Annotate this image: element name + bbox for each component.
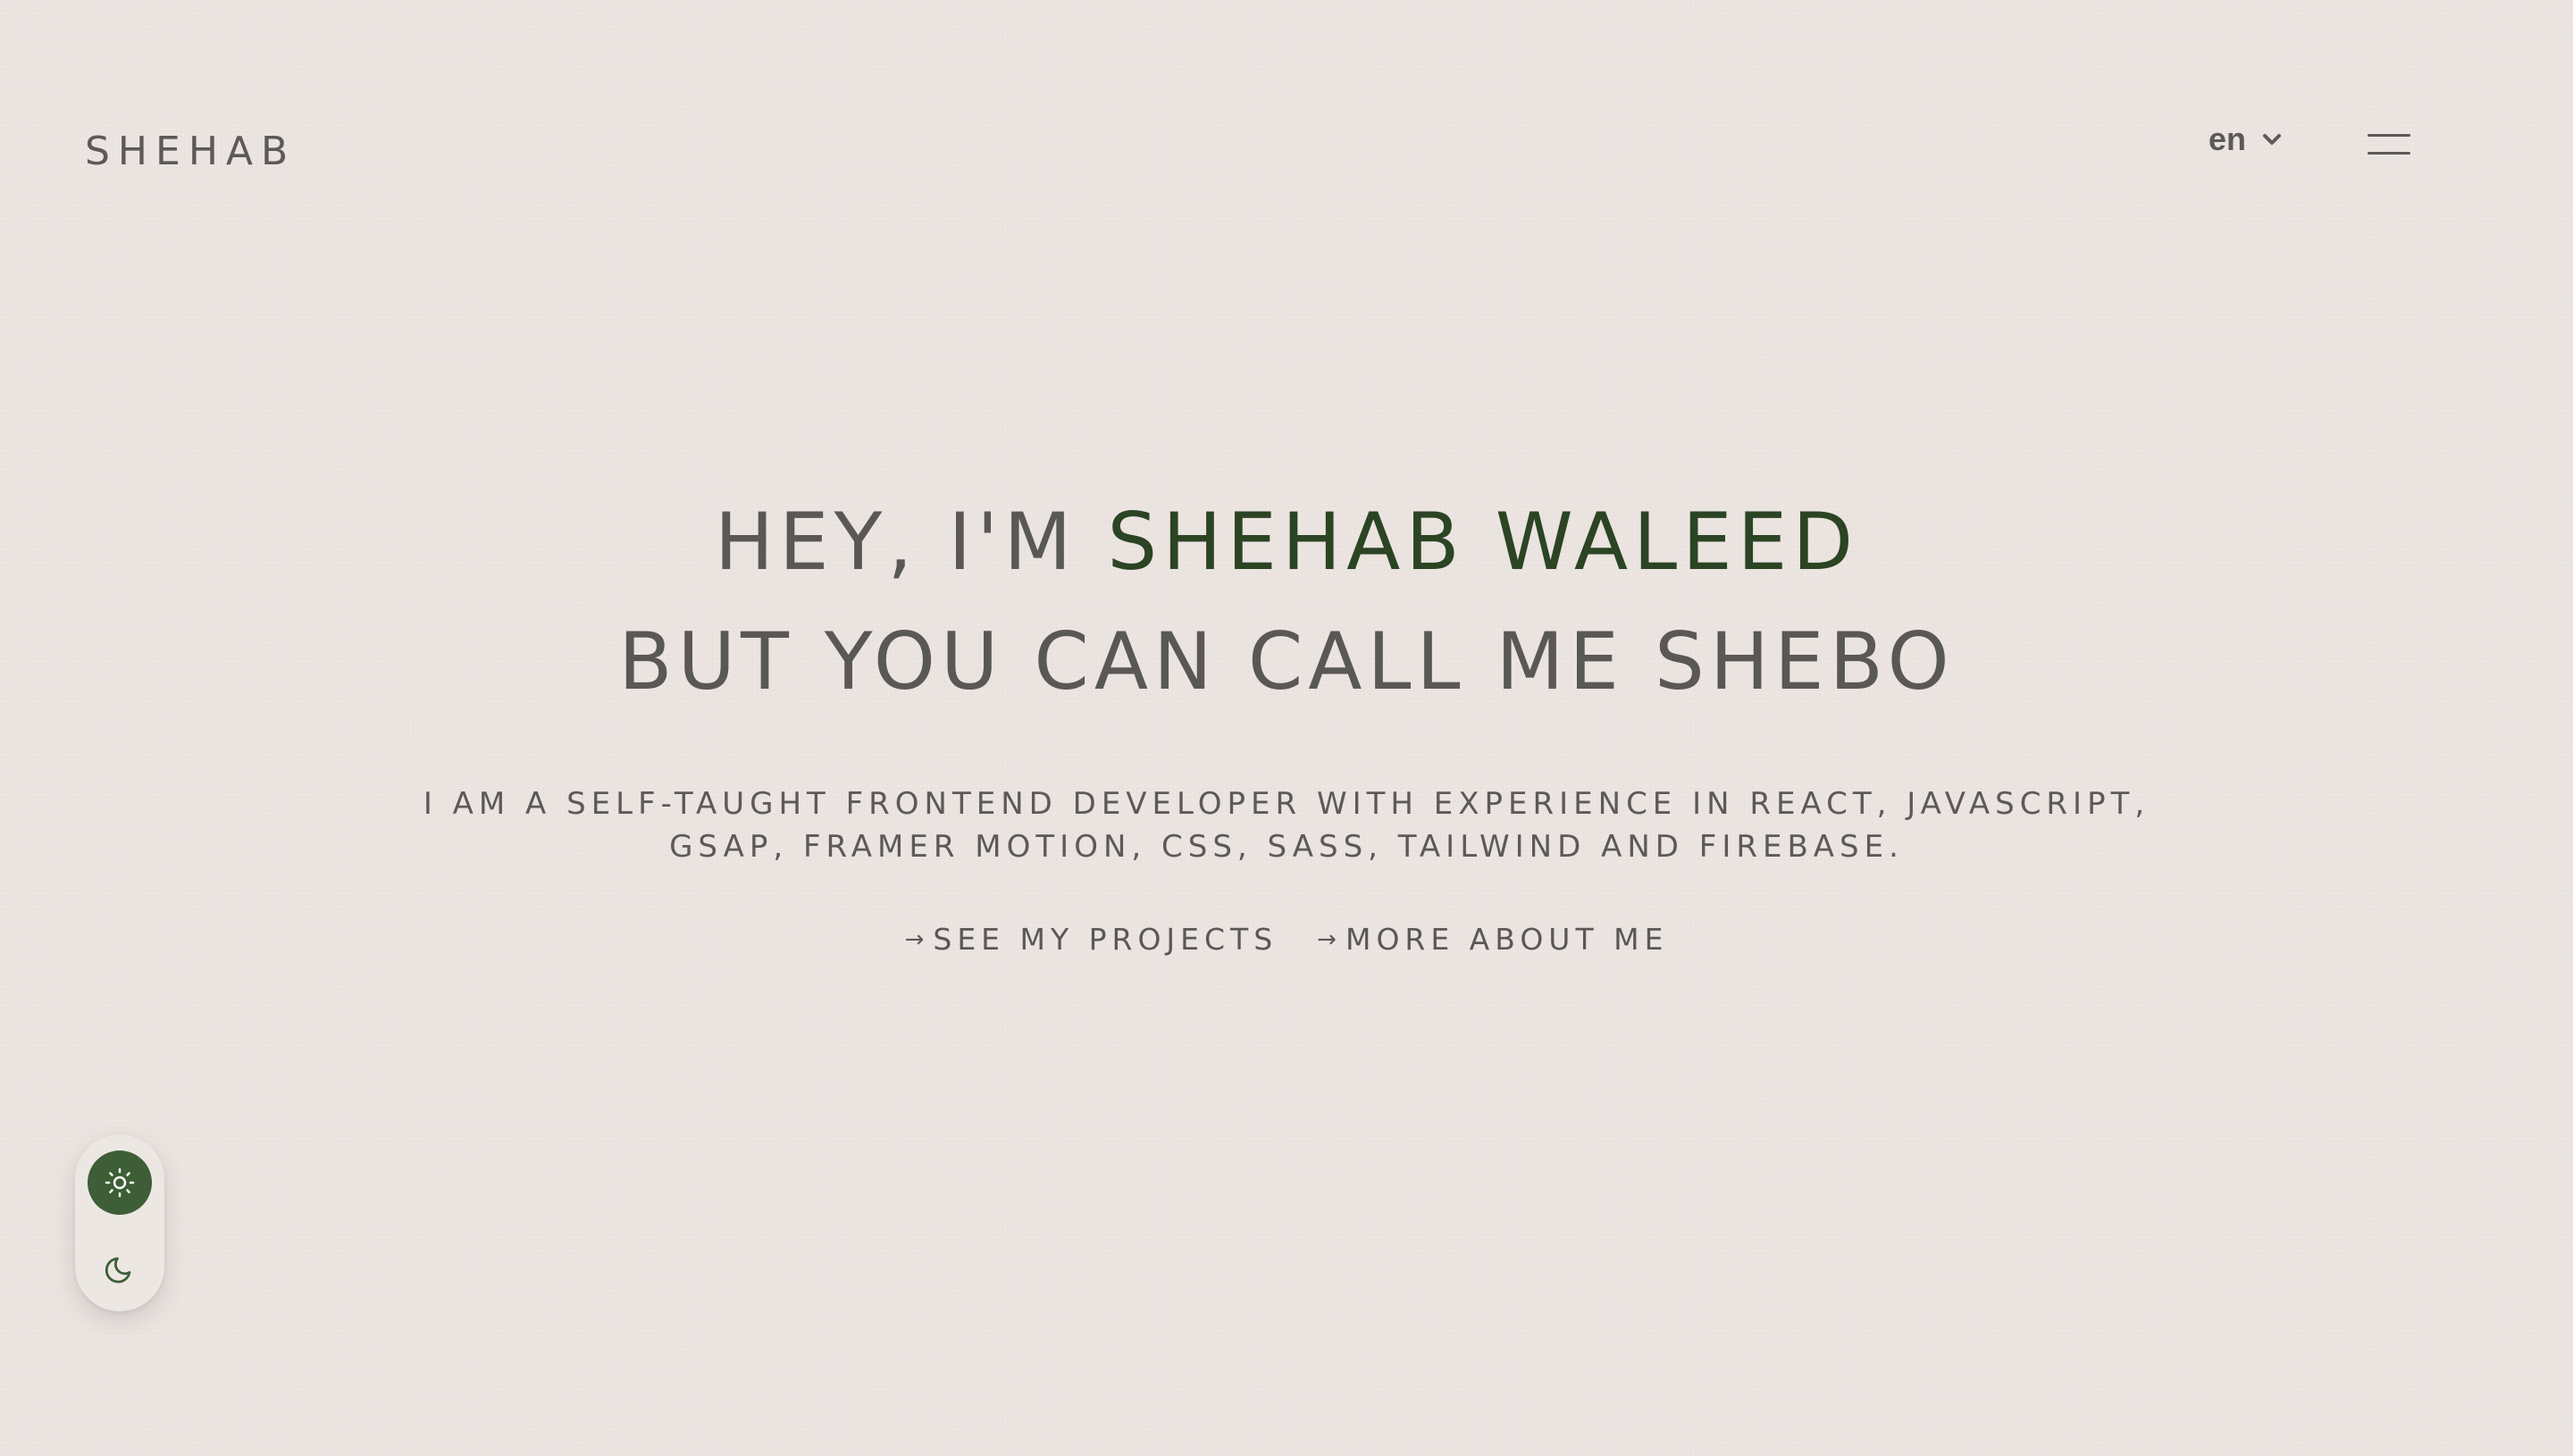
site-logo[interactable]: SHEHAB xyxy=(85,132,296,172)
hero-section: HEY, I'M SHEHAB WALEED BUT YOU CAN CALL … xyxy=(0,482,2573,957)
hero-cta-group: → SEE MY PROJECTS → MORE ABOUT ME xyxy=(0,922,2573,957)
headline-line-2: BUT YOU CAN CALL ME SHEBO xyxy=(618,615,1955,707)
arrow-right-icon: → xyxy=(904,925,925,953)
headline-name: SHEHAB WALEED xyxy=(1107,496,1859,588)
dark-mode-button[interactable] xyxy=(88,1236,152,1301)
hamburger-menu-icon[interactable] xyxy=(2368,130,2414,157)
headline-greeting: HEY, I'M xyxy=(714,496,1108,588)
chevron-down-icon xyxy=(2263,134,2282,145)
about-me-link[interactable]: → MORE ABOUT ME xyxy=(1317,922,1668,957)
arrow-right-icon: → xyxy=(1317,925,1337,953)
language-selector[interactable]: en xyxy=(2208,123,2282,155)
sun-icon xyxy=(105,1167,135,1198)
hero-headline: HEY, I'M SHEHAB WALEED BUT YOU CAN CALL … xyxy=(0,482,2573,722)
about-me-label: MORE ABOUT ME xyxy=(1345,922,1669,957)
see-projects-link[interactable]: → SEE MY PROJECTS xyxy=(905,922,1278,957)
language-label: en xyxy=(2208,121,2247,157)
theme-toggle xyxy=(75,1134,164,1311)
hero-subtitle: I AM A SELF-TAUGHT FRONTEND DEVELOPER WI… xyxy=(0,782,2573,868)
headline-line-1: HEY, I'M SHEHAB WALEED xyxy=(0,482,2573,602)
subtitle-line-1: I AM A SELF-TAUGHT FRONTEND DEVELOPER WI… xyxy=(423,786,2150,822)
see-projects-label: SEE MY PROJECTS xyxy=(933,922,1278,957)
light-mode-button[interactable] xyxy=(88,1151,152,1215)
subtitle-line-2: GSAP, FRAMER MOTION, CSS, SASS, TAILWIND… xyxy=(669,829,1904,865)
moon-icon xyxy=(105,1257,131,1284)
